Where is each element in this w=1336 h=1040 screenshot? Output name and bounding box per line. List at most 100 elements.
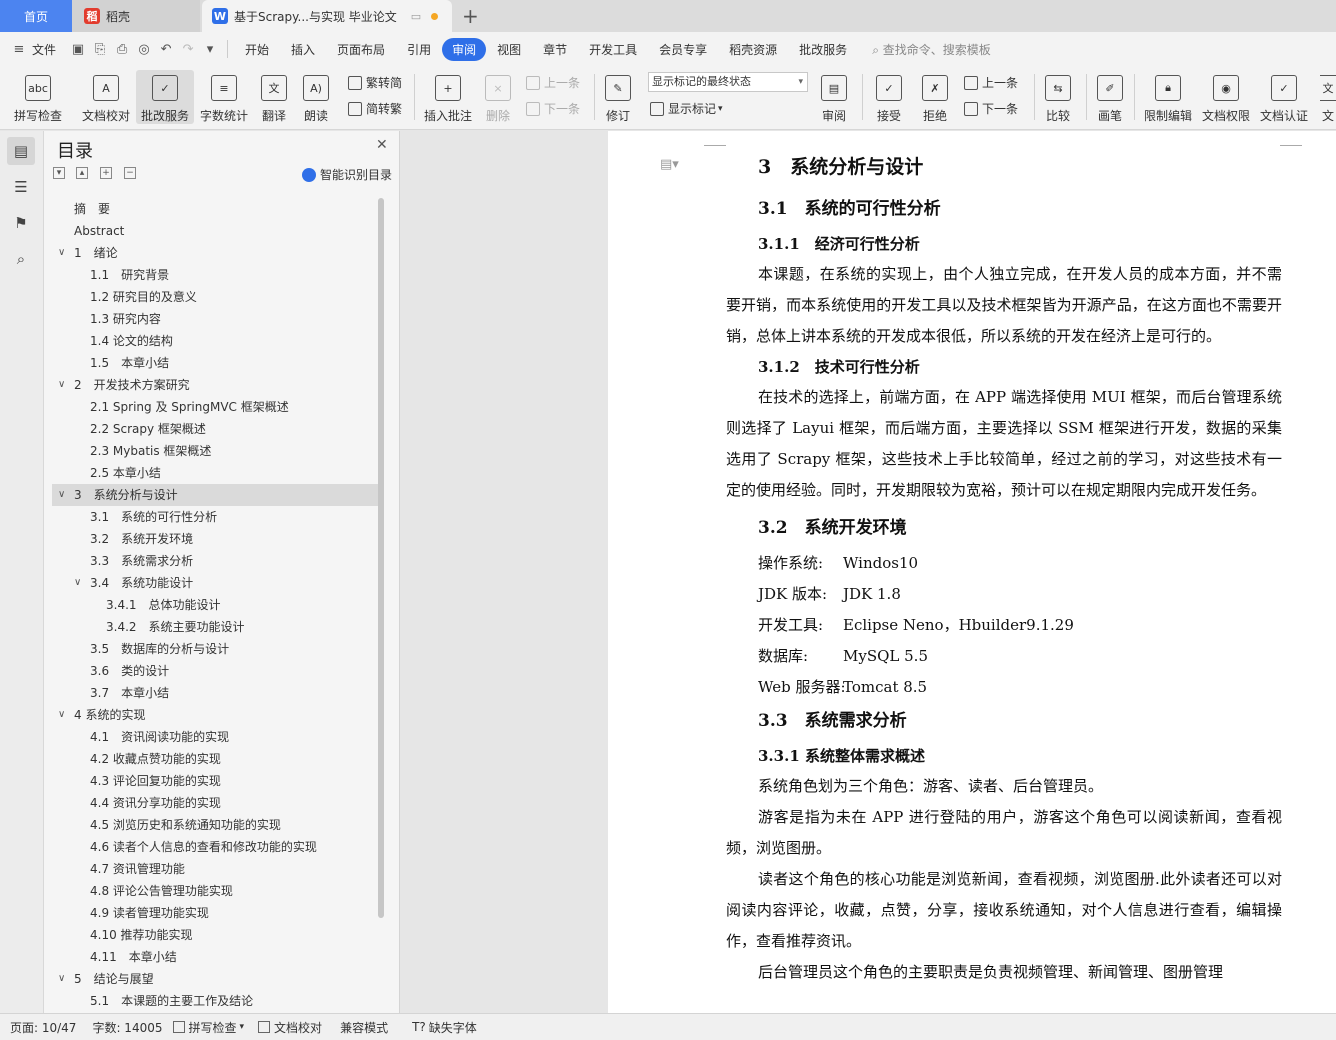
print-preview-icon[interactable]: ◎ [133,42,155,57]
accept-button[interactable]: ✓ 接受 [870,70,908,124]
chevron-down-icon[interactable]: ∨ [58,374,65,396]
status-doc-proof[interactable]: 文档校对 [258,1019,322,1036]
menu-references[interactable]: 引用 [396,41,442,58]
toc-scrollbar[interactable] [378,198,384,918]
toc-item[interactable]: 3.3 系统需求分析 [52,550,378,572]
chevron-down-icon[interactable]: ∨ [58,968,65,990]
word-count-indicator[interactable]: 字数: 14005 [92,1019,162,1036]
toc-item[interactable]: ∨ 3.4 系统功能设计 [52,572,378,594]
tab-document[interactable]: W 基于Scrapy...与实现 毕业论文 ▭ [202,0,452,32]
show-markup-button[interactable]: 显示标记 ▾ [650,100,723,117]
doc-certify-button[interactable]: ✓ 文档认证 [1258,70,1310,124]
customize-dropdown-icon[interactable]: ▾ [199,42,221,57]
menu-review[interactable]: 审阅 [442,37,487,61]
chevron-down-icon[interactable]: ∨ [58,704,65,726]
toc-item[interactable]: 5.1 本课题的主要工作及结论 [52,990,378,1006]
toc-item[interactable]: 1.3 研究内容 [52,308,378,330]
command-search[interactable]: ⌕ 查找命令、搜索模板 [872,41,991,58]
doc-permission-button[interactable]: ◉ 文档权限 [1200,70,1252,124]
toc-item[interactable]: 3.6 类的设计 [52,660,378,682]
toc-item[interactable]: 2.2 Scrapy 框架概述 [52,418,378,440]
close-icon[interactable]: ✕ [376,137,388,153]
print-icon[interactable]: ⎙ [111,42,133,57]
compare-button[interactable]: ⇆ 比较 [1040,70,1076,124]
toc-item[interactable]: 3.1 系统的可行性分析 [52,506,378,528]
toc-item[interactable]: ∨ 3 系统分析与设计 [52,484,378,506]
delete-comment-button[interactable]: × 删除 [480,70,516,124]
prev-comment-button[interactable]: 上一条 [526,74,580,91]
tab-home[interactable]: 首页 [0,0,72,32]
menu-layout[interactable]: 页面布局 [326,41,396,58]
menu-file[interactable]: 文件 [30,41,67,58]
next-change-button[interactable]: 下一条 [964,100,1018,117]
toc-item[interactable]: 4.9 读者管理功能实现 [52,902,378,924]
toc-item[interactable]: 3.5 数据库的分析与设计 [52,638,378,660]
expand-all-icon[interactable]: ▾ [53,167,65,179]
traditional-to-simplified-button[interactable]: 繁转简 [348,74,402,91]
word-count-button[interactable]: ≡ 字数统计 [198,70,250,124]
chevron-down-icon[interactable]: ∨ [58,484,65,506]
toc-item[interactable]: 4.7 资讯管理功能 [52,858,378,880]
toc-item[interactable]: 4.5 浏览历史和系统通知功能的实现 [52,814,378,836]
menu-insert[interactable]: 插入 [280,41,326,58]
remove-heading-icon[interactable]: − [124,167,136,179]
collapse-all-icon[interactable]: ▴ [76,167,88,179]
toc-item[interactable]: 4.4 资讯分享功能的实现 [52,792,378,814]
correction-service-button[interactable]: ✓ 批改服务 [136,70,194,124]
insert-comment-button[interactable]: + 插入批注 [422,70,474,124]
toc-item[interactable]: 4.11 本章小结 [52,946,378,968]
undo-icon[interactable]: ↶ [155,42,177,57]
toc-item[interactable]: 3.4.1 总体功能设计 [52,594,378,616]
toc-item[interactable]: 摘 要 [52,198,378,220]
translate-button[interactable]: 文翻译 [256,70,292,124]
toc-item[interactable]: 1.4 论文的结构 [52,330,378,352]
next-comment-button[interactable]: 下一条 [526,100,580,117]
toc-item[interactable]: ∨ 5 结论与展望 [52,968,378,990]
menu-section[interactable]: 章节 [532,41,578,58]
pen-button[interactable]: ✐ 画笔 [1094,70,1126,124]
chevron-down-icon[interactable]: ∨ [74,572,81,594]
export-icon[interactable]: ⎘ [89,42,111,57]
toc-item[interactable]: 4.2 收藏点赞功能的实现 [52,748,378,770]
menu-member[interactable]: 会员专享 [648,41,718,58]
tab-daoke[interactable]: 稻 稻壳 [72,0,200,32]
page-indicator[interactable]: 页面: 10/47 [10,1019,76,1036]
toc-item[interactable]: 4.8 评论公告管理功能实现 [52,880,378,902]
menu-developer[interactable]: 开发工具 [578,41,648,58]
toc-item[interactable]: 4.3 评论回复功能的实现 [52,770,378,792]
toc-item[interactable]: 4.6 读者个人信息的查看和修改功能的实现 [52,836,378,858]
review-pane-button[interactable]: ▤ 审阅 [816,70,852,124]
toc-item[interactable]: 2.5 本章小结 [52,462,378,484]
status-spell-check[interactable]: 拼写检查 ▾ [172,1019,244,1036]
menu-view[interactable]: 视图 [486,41,532,58]
chapter-nav-icon[interactable]: ☰ [11,177,31,197]
add-heading-icon[interactable]: + [100,167,112,179]
prev-change-button[interactable]: 上一条 [964,74,1018,91]
simplified-to-traditional-button[interactable]: 简转繁 [348,100,402,117]
toc-item[interactable]: 1.5 本章小结 [52,352,378,374]
spell-check-button[interactable]: abc 拼写检查 [10,70,66,124]
markup-state-select[interactable]: 显示标记的最终状态 ▾ [648,72,808,92]
menu-correction[interactable]: 批改服务 [788,41,858,58]
toc-item[interactable]: 3.4.2 系统主要功能设计 [52,616,378,638]
bookmark-icon[interactable]: ⚑ [11,213,31,233]
reject-button[interactable]: ✗ 拒绝 [916,70,954,124]
menu-daoke-resources[interactable]: 稻壳资源 [718,41,788,58]
toc-item[interactable]: 1.2 研究目的及意义 [52,286,378,308]
toc-item[interactable]: Abstract [52,220,378,242]
redo-icon[interactable]: ↷ [177,42,199,57]
toc-item[interactable]: ∨ 2 开发技术方案研究 [52,374,378,396]
chevron-down-icon[interactable]: ∨ [58,242,65,264]
toc-item[interactable]: 2.1 Spring 及 SpringMVC 框架概述 [52,396,378,418]
toc-item[interactable]: ∨ 4 系统的实现 [52,704,378,726]
toc-item[interactable]: 1.1 研究背景 [52,264,378,286]
paragraph-menu-icon[interactable]: ▤▾ [660,157,679,172]
restrict-editing-button[interactable]: 🔒︎ 限制编辑 [1142,70,1194,124]
hamburger-icon[interactable]: ≡ [8,42,30,57]
toc-item[interactable]: 4.1 资讯阅读功能的实现 [52,726,378,748]
track-changes-button[interactable]: ✎ 修订 [600,70,636,124]
toc-item[interactable]: 3.2 系统开发环境 [52,528,378,550]
screen-icon[interactable]: ▭ [411,10,421,23]
missing-font[interactable]: T? 缺失字体 [412,1019,477,1036]
search-icon[interactable]: ⌕ [11,249,31,269]
